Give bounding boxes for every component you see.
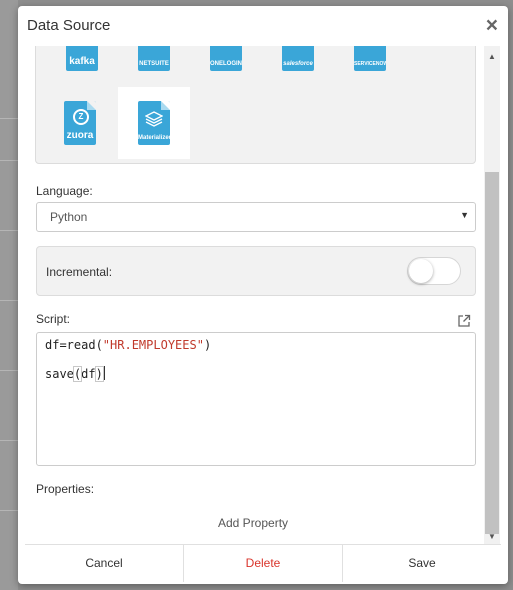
data-source-modal: Data Source × kafka NETSUITE ONELOGIN sa…	[18, 6, 508, 584]
connector-label: Materialized	[138, 135, 170, 141]
code-token: df=read(	[45, 338, 103, 352]
materialized-icon: Materialized	[138, 101, 170, 145]
connector-label: ONELOGIN	[210, 61, 242, 67]
netsuite-icon: NETSUITE	[138, 46, 170, 71]
connector-label: NETSUITE	[139, 61, 169, 67]
code-token: )	[203, 338, 212, 352]
connector-label: SERVICENOW	[354, 61, 386, 67]
caret-down-icon: ▼	[460, 210, 469, 220]
script-label: Script:	[36, 312, 71, 326]
connector-label: salesforce	[283, 61, 313, 67]
servicenow-icon: SERVICENOW	[354, 46, 386, 71]
code-string: "HR.EMPLOYEES"	[102, 338, 204, 352]
script-editor[interactable]: df=read("HR.EMPLOYEES") save(df)	[36, 332, 476, 466]
incremental-label: Incremental:	[46, 265, 113, 279]
connector-label: zuora	[66, 130, 94, 141]
text-cursor	[103, 366, 105, 380]
external-link-icon[interactable]	[457, 314, 471, 328]
connector-tile-materialized[interactable]: Materialized	[118, 87, 190, 159]
incremental-toggle[interactable]	[407, 257, 461, 285]
modal-footer: Cancel Delete Save	[25, 544, 501, 582]
language-value: Python	[50, 210, 88, 224]
scroll-up-arrow-icon[interactable]: ▲	[484, 52, 500, 62]
layers-icon	[145, 111, 163, 127]
code-bracket: )	[94, 366, 104, 382]
connector-gallery: kafka NETSUITE ONELOGIN salesforce SERVI…	[35, 46, 476, 164]
code-token: df	[81, 367, 96, 381]
onelogin-icon: ONELOGIN	[210, 46, 242, 71]
salesforce-icon: salesforce	[282, 46, 314, 71]
code-line-1: df=read("HR.EMPLOYEES")	[45, 338, 211, 352]
connector-tile-onelogin[interactable]: ONELOGIN	[190, 46, 262, 109]
save-button[interactable]: Save	[343, 545, 501, 582]
scroll-thumb[interactable]	[485, 172, 499, 534]
zuora-icon: Z zuora	[64, 101, 96, 145]
connector-tile-servicenow[interactable]: SERVICENOW	[334, 46, 406, 109]
connector-tile-salesforce[interactable]: salesforce	[262, 46, 334, 109]
zuora-z-glyph: Z	[73, 109, 89, 125]
incremental-panel: Incremental:	[36, 246, 476, 296]
cancel-button[interactable]: Cancel	[25, 545, 184, 582]
delete-button[interactable]: Delete	[184, 545, 343, 582]
language-select[interactable]: Python ▼	[36, 202, 476, 232]
code-token: save	[45, 367, 74, 381]
connector-tile-zuora[interactable]: Z zuora	[46, 87, 118, 159]
code-line-2: save(df)	[45, 366, 105, 382]
modal-title: Data Source	[27, 17, 111, 34]
modal-body: kafka NETSUITE ONELOGIN salesforce SERVI…	[18, 46, 508, 544]
connector-label: kafka	[69, 56, 95, 67]
scrollbar[interactable]: ▲ ▼	[484, 46, 500, 544]
properties-label: Properties:	[36, 482, 95, 496]
close-icon[interactable]: ×	[486, 15, 498, 37]
scroll-down-arrow-icon[interactable]: ▼	[484, 532, 500, 542]
kafka-icon: kafka	[66, 46, 98, 71]
toggle-knob	[409, 259, 433, 283]
modal-header: Data Source ×	[18, 6, 508, 46]
backdrop	[0, 0, 18, 590]
language-label: Language:	[36, 184, 93, 198]
add-property-button[interactable]: Add Property	[218, 516, 288, 530]
